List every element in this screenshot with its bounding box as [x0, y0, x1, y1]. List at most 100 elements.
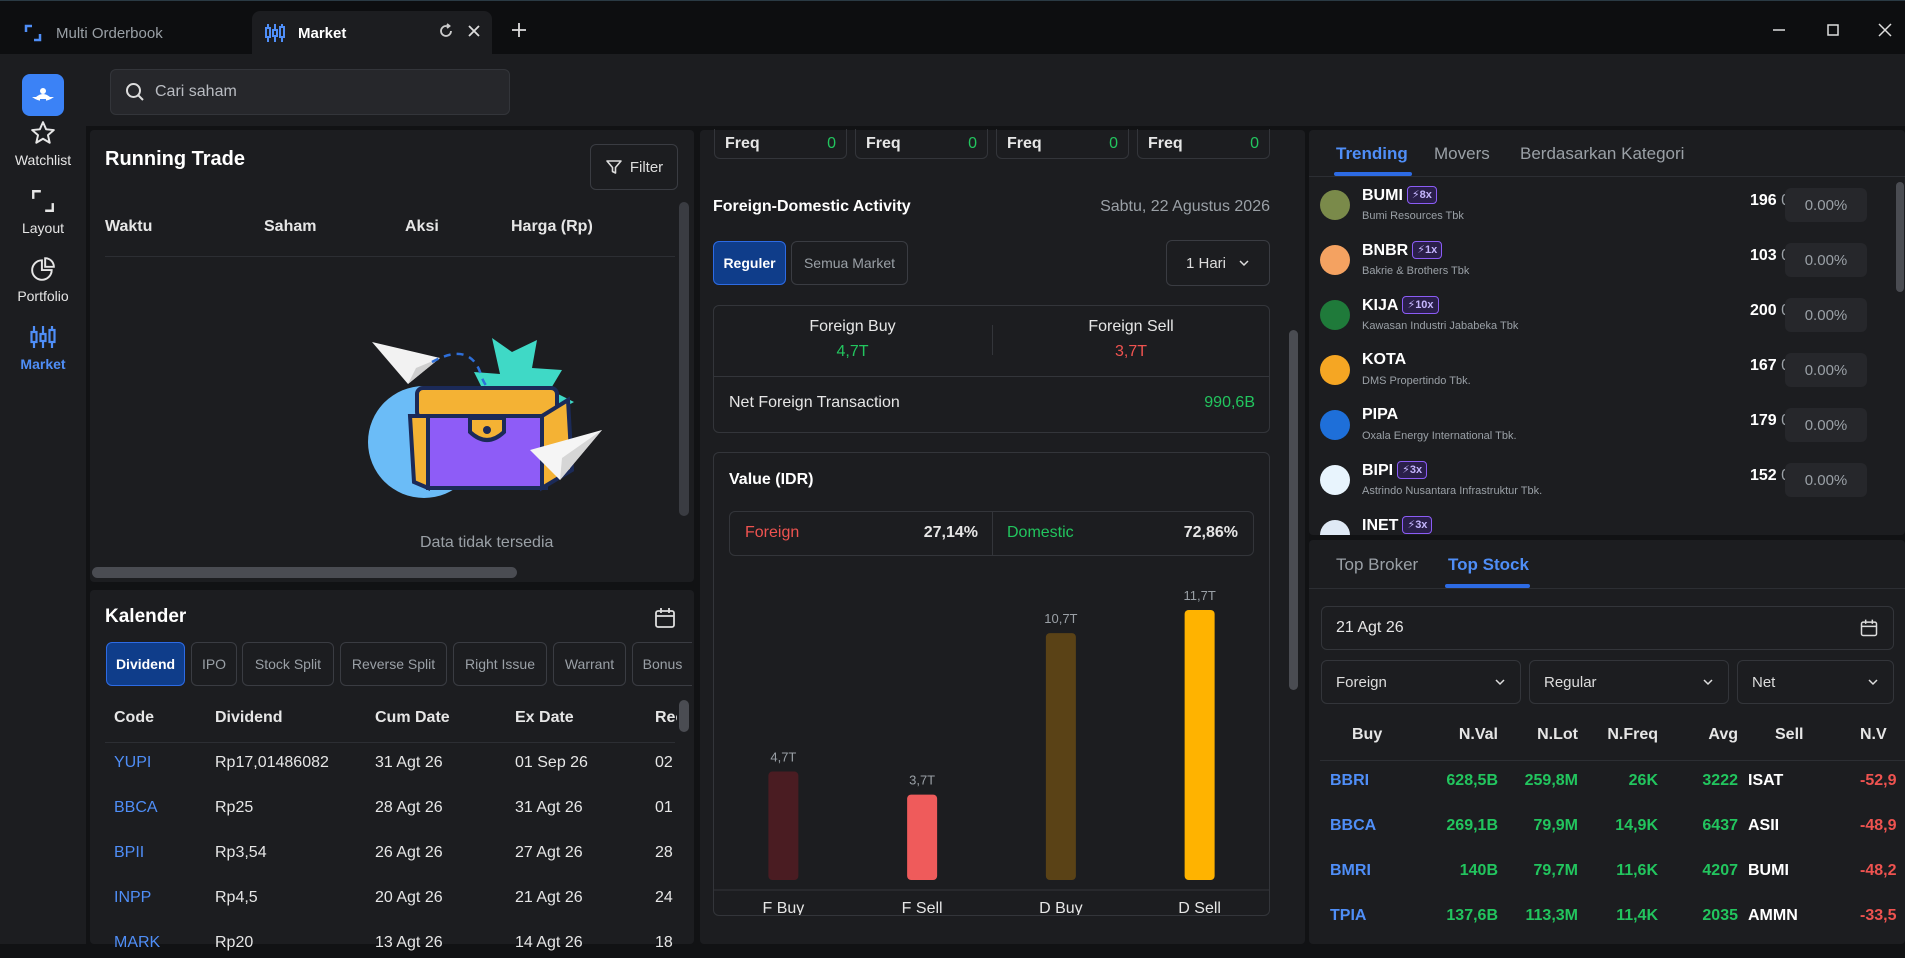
col-nfreq: N.Freq — [1607, 726, 1658, 743]
calendar-v-scrollbar[interactable] — [679, 700, 689, 732]
sell-stock-link[interactable]: ASII — [1748, 817, 1779, 835]
avg-price: 3222 — [1702, 772, 1738, 789]
tab-berdasarkan-kategori[interactable]: Berdasarkan Kategori — [1520, 144, 1684, 164]
close-tab-icon[interactable] — [466, 23, 482, 43]
buy-stock-link[interactable]: TPIA — [1330, 907, 1366, 925]
trending-row[interactable]: PIPA Oxala Energy International Tbk. 179 0… — [1318, 402, 1878, 457]
top-stock-row[interactable]: BBCA 269,1B 79,9M 14,9K 6437 ASII -48,9 — [1320, 817, 1905, 857]
cum-date: 26 Agt 26 — [375, 844, 443, 861]
bar-f-buy[interactable] — [768, 771, 799, 880]
buy-stock-link[interactable]: BBRI — [1330, 772, 1369, 790]
tab-multi-orderbook[interactable]: Multi Orderbook — [10, 11, 250, 55]
percent-change-badge: 0.00% — [1785, 243, 1867, 277]
value-bar-chart: 4,7T F Buy 3,7T F Sell 10,7T D Buy 11,7T D Sell — [714, 588, 1269, 915]
calendar-tab-stock-split[interactable]: Stock Split — [242, 642, 334, 686]
filter-icon — [606, 160, 622, 174]
stock-code-link[interactable]: BBCA — [114, 799, 158, 817]
calendar-row[interactable]: YUPI Rp17,01486082 31 Agt 26 01 Sep 26 02 — [105, 754, 675, 778]
col-nval: N.Val — [1458, 726, 1498, 743]
divider — [1320, 760, 1905, 761]
trending-row[interactable]: BUMI⚡8x Bumi Resources Tbk 196 00.00% — [1318, 182, 1878, 237]
bar-d-sell[interactable] — [1184, 610, 1215, 880]
trending-row[interactable]: INET ⚡3x — [1318, 512, 1878, 535]
percent-change-badge: 0.00% — [1785, 463, 1867, 497]
filter-investor-type[interactable]: Foreign — [1321, 660, 1521, 704]
rec-date: 24 — [655, 889, 673, 906]
freq-label: Freq — [1007, 134, 1042, 152]
ex-date: 21 Agt 26 — [515, 889, 583, 906]
running-trade-h-scrollbar[interactable] — [92, 567, 517, 578]
calendar-tab-warrant[interactable]: Warrant — [553, 642, 626, 686]
net-lot: 113,3M — [1525, 907, 1578, 924]
buy-stock-link[interactable]: BBCA — [1330, 817, 1376, 835]
badge-text: 10x — [1415, 299, 1434, 311]
top-stock-row[interactable]: BBRI 628,5B 259,8M 26K 3222 ISAT -52,9 — [1320, 772, 1905, 812]
close-window-icon[interactable] — [1870, 15, 1900, 45]
tab-top-broker[interactable]: Top Broker — [1336, 555, 1418, 575]
sell-stock-link[interactable]: AMMN — [1748, 907, 1798, 925]
calendar-tab-bonus[interactable]: Bonus — [632, 642, 692, 686]
calendar-tab-right-issue[interactable]: Right Issue — [453, 642, 547, 686]
maximize-icon[interactable] — [1818, 15, 1848, 45]
tab-trending[interactable]: Trending — [1336, 144, 1408, 164]
stock-code-link[interactable]: YUPI — [114, 754, 151, 772]
x-tick-label: F Sell — [902, 900, 943, 915]
calendar-row[interactable]: INPP Rp4,5 20 Agt 26 21 Agt 26 24 — [105, 889, 675, 913]
tab-top-stock[interactable]: Top Stock — [1448, 555, 1529, 575]
net-lot: 259,8M — [1524, 772, 1578, 789]
calendar-row[interactable]: BBCA Rp25 28 Agt 26 31 Agt 26 01 — [105, 799, 675, 823]
filter-value-type[interactable]: Net — [1737, 660, 1894, 704]
ticker-text: BUMI — [1362, 187, 1403, 204]
trend-badge: ⚡3x — [1402, 516, 1433, 534]
calendar-tab-dividend[interactable]: Dividend — [106, 642, 185, 686]
calendar-tab-reverse-split[interactable]: Reverse Split — [340, 642, 447, 686]
filter-market-type[interactable]: Regular — [1529, 660, 1729, 704]
trending-row[interactable]: KOTA DMS Propertindo Tbk. 167 00.00% — [1318, 347, 1878, 402]
stock-logo — [1320, 245, 1350, 275]
search-box[interactable] — [110, 69, 510, 115]
refresh-icon[interactable] — [438, 23, 454, 43]
rec-date: 01 — [655, 799, 673, 816]
top-stock-row[interactable]: BMRI 140B 79,7M 11,6K 4207 BUMI -48,2 — [1320, 862, 1905, 902]
sell-stock-link[interactable]: BUMI — [1748, 862, 1789, 880]
trending-row[interactable]: KIJA ⚡10x Kawasan Industri Jababeka Tbk 200… — [1318, 292, 1878, 347]
calendar-row[interactable]: BPII Rp3,54 26 Agt 26 27 Agt 26 28 — [105, 844, 675, 868]
sell-net-value: -52,9 — [1860, 772, 1897, 789]
bar-d-buy[interactable] — [1045, 633, 1076, 880]
stock-ticker: PIPA — [1362, 406, 1398, 424]
tab-market[interactable]: Market — [252, 11, 492, 55]
col-nlot: N.Lot — [1537, 726, 1578, 743]
date-value: 21 Agt 26 — [1336, 619, 1404, 636]
trending-v-scrollbar[interactable] — [1896, 182, 1904, 292]
tab-movers[interactable]: Movers — [1434, 144, 1490, 164]
app-logo[interactable] — [22, 74, 64, 116]
new-tab-icon[interactable] — [510, 21, 528, 44]
stock-code-link[interactable]: BPII — [114, 844, 144, 862]
trending-row[interactable]: BIPI ⚡3x Astrindo Nusantara Infrastruktur … — [1318, 457, 1878, 512]
stock-price: 179 0 — [1698, 412, 1790, 430]
ticker-text: KOTA — [1362, 351, 1407, 368]
stock-code-link[interactable]: INPP — [114, 889, 151, 907]
net-value: 137,6B — [1446, 907, 1498, 924]
calendar-row[interactable]: MARK Rp20 13 Agt 26 14 Agt 26 18 — [105, 934, 675, 958]
net-freq: 14,9K — [1615, 817, 1658, 834]
rec-date: 02 — [655, 754, 673, 771]
stock-code-link[interactable]: MARK — [114, 934, 160, 952]
calendar-icon[interactable] — [653, 606, 677, 635]
chevron-down-icon — [1868, 679, 1878, 686]
stock-logo — [1320, 410, 1350, 440]
minimize-icon[interactable] — [1764, 15, 1794, 45]
sell-net-value: -48,9 — [1860, 817, 1897, 834]
sidebar-item-watchlist[interactable]: Watchlist — [0, 120, 86, 168]
sell-stock-link[interactable]: ISAT — [1748, 772, 1783, 790]
buy-stock-link[interactable]: BMRI — [1330, 862, 1371, 880]
top-stock-row[interactable]: TPIA 137,6B 113,3M 11,4K 2035 AMMN -33,5 — [1320, 907, 1905, 947]
bar-f-sell[interactable] — [907, 794, 938, 880]
price-value: 167 — [1749, 357, 1777, 374]
calendar-tab-ipo[interactable]: IPO — [191, 642, 237, 686]
trending-row[interactable]: BNBR⚡1x Bakrie & Brothers Tbk 103 00.00% — [1318, 237, 1878, 292]
col-avg: Avg — [1708, 726, 1738, 743]
freq-box: Freq 0 — [1137, 129, 1270, 159]
search-input[interactable] — [155, 83, 485, 101]
date-picker[interactable]: 21 Agt 26 — [1321, 606, 1894, 650]
